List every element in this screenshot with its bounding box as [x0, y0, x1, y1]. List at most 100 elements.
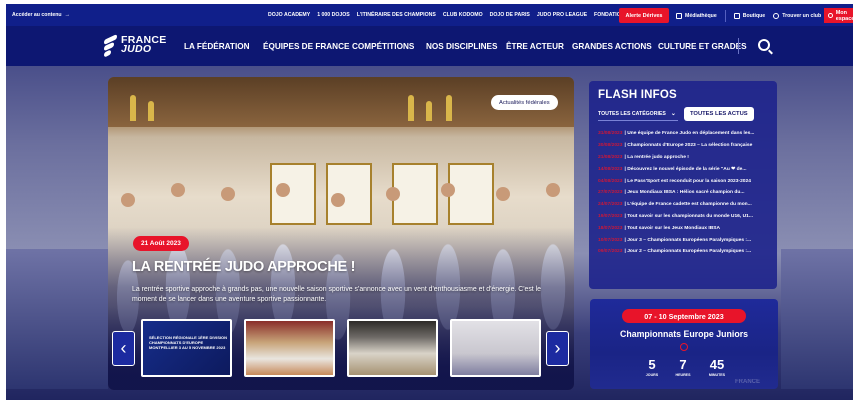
find-club-label: Trouver un club [782, 12, 822, 19]
camera-icon [676, 12, 682, 19]
mediatheque-link[interactable]: Médiathèque [676, 12, 717, 19]
nav-item-equipes[interactable]: ÉQUIPES DE FRANCE [263, 42, 349, 51]
mediatheque-label: Médiathèque [685, 12, 717, 19]
news-title: | L'équipe de France cadette est champio… [624, 202, 752, 208]
logo-line-2: JUDO [121, 43, 152, 55]
event-dates: 07 - 10 Septembre 2023 [622, 309, 746, 323]
nav-item-culture-grades[interactable]: CULTURE ET GRADES [658, 42, 747, 51]
boutique-label: Boutique [742, 12, 766, 19]
utility-actions: Médiathèque Boutique Trouver un club [676, 8, 821, 23]
thumbnail-1-caption: SÉLECTION RÉGIONALE 1ÈRE DIVISION CHAMPI… [149, 335, 228, 350]
alerte-derives-button[interactable]: Alerte Dérives [619, 8, 669, 23]
news-date: 27/07/2023 [598, 190, 623, 196]
category-tag[interactable]: Actualités fédérales [491, 95, 558, 110]
news-item[interactable]: 31/08/2023 | Une équipe de France Judo en… [598, 128, 768, 140]
util-link-judo-pro-league[interactable]: JUDO PRO LEAGUE [537, 12, 587, 18]
news-title: | Le Pass'Sport est reconduit pour la sa… [624, 178, 751, 184]
hero-image-detail [221, 187, 235, 201]
france-judo-logo[interactable]: FRANCE JUDO [104, 33, 167, 58]
news-item[interactable]: 30/08/2023 | Championnats d'Europe 2023 –… [598, 140, 768, 152]
background-decor [6, 249, 108, 389]
hero-image-detail [386, 187, 400, 201]
news-item[interactable]: 21/08/2023 | La rentrée judo approche ! [598, 152, 768, 164]
news-title: | Jour 2 – Championnats Européens Paraly… [624, 249, 752, 255]
find-club-link[interactable]: Trouver un club [773, 12, 822, 19]
flash-infos-title: FLASH INFOS [598, 89, 677, 101]
category-select[interactable]: TOUTES LES CATÉGORIES ⌄ [598, 107, 678, 121]
hero-image-detail [496, 187, 510, 201]
hero-image-detail [546, 183, 560, 197]
boutique-link[interactable]: Boutique [733, 12, 766, 19]
news-date: 04/08/2023 [598, 178, 623, 184]
target-icon [680, 343, 688, 351]
news-title: | Jeux Mondiaux IBSA : Hélios sacré cham… [624, 190, 745, 196]
arrow-right-icon: → [64, 12, 70, 18]
news-title: | Jour 3 – Championnats Européens Paraly… [624, 237, 752, 243]
news-item[interactable]: 19/07/2023 | Tout savoir sur les champion… [598, 211, 768, 223]
page: Accéder au contenu → DOJO ACADEMY 1 000 … [6, 4, 853, 400]
news-title: | Tout savoir sur les Jeux Mondiaux IBSA [624, 225, 721, 231]
news-item[interactable]: 09/07/2023 | Jour 2 – Championnats Europé… [598, 246, 768, 258]
hero-image-detail [130, 95, 136, 121]
countdown-hours-label: HEURES [675, 373, 691, 377]
watermark: FRANCE [735, 379, 760, 385]
news-title: | Championnats d'Europe 2023 – La sélect… [624, 143, 753, 149]
nav-item-federation[interactable]: LA FÉDÉRATION [184, 42, 250, 51]
hero-title[interactable]: LA RENTRÉE JUDO APPROCHE ! [132, 259, 355, 275]
util-link-club-kodomo[interactable]: CLUB KODOMO [443, 12, 483, 18]
news-date: 19/07/2023 [598, 213, 623, 219]
event-title: Championnats Europe Juniors [619, 329, 749, 339]
countdown-minutes: 45 MINUTES [702, 357, 732, 378]
countdown-minutes-value: 45 [709, 357, 725, 372]
util-link-1000-dojos[interactable]: 1 000 DOJOS [317, 12, 350, 18]
carousel-next-button[interactable]: › [546, 331, 569, 366]
thumbnail-3[interactable] [347, 319, 438, 377]
countdown-hours-value: 7 [679, 357, 687, 372]
news-item[interactable]: 27/07/2023 | Jeux Mondiaux IBSA : Hélios … [598, 187, 768, 199]
news-item[interactable]: 04/08/2023 | Le Pass'Sport est reconduit … [598, 175, 768, 187]
chevron-down-icon: ⌄ [670, 111, 676, 117]
news-title: | Découvrez le nouvel épisode de la séri… [624, 167, 747, 173]
news-date: 21/08/2023 [598, 154, 623, 160]
divider [738, 38, 739, 54]
date-badge: 21 Août 2023 [133, 236, 189, 251]
news-item[interactable]: 24/07/2023 | L'équipe de France cadette e… [598, 199, 768, 211]
util-link-itineraire[interactable]: L'ITINÉRAIRE DES CHAMPIONS [357, 12, 436, 18]
hero-image-detail [408, 95, 414, 121]
all-news-button[interactable]: TOUTES LES ACTUS [684, 107, 754, 121]
nav-item-grandes-actions[interactable]: GRANDES ACTIONS [572, 42, 652, 51]
nav-item-disciplines[interactable]: NOS DISCIPLINES [426, 42, 497, 51]
news-date: 10/07/2023 [598, 237, 623, 243]
news-title: | La rentrée judo approche ! [624, 154, 689, 160]
category-select-value: TOUTES LES CATÉGORIES [598, 110, 666, 117]
hero-carousel[interactable]: Actualités fédérales 21 Août 2023 LA REN… [108, 77, 574, 390]
news-title: | Tout savoir sur les championnats du mo… [624, 213, 753, 219]
hero-image-detail [331, 193, 345, 207]
news-item[interactable]: 14/08/2023 | Découvrez le nouvel épisode … [598, 163, 768, 175]
flash-filters: TOUTES LES CATÉGORIES ⌄ TOUTES LES ACTUS [598, 107, 768, 121]
thumbnail-4[interactable] [450, 319, 541, 377]
location-icon [773, 12, 780, 19]
main-nav: FRANCE JUDO LA FÉDÉRATION ÉQUIPES DE FRA… [6, 26, 853, 66]
skip-to-content-link[interactable]: Accéder au contenu → [12, 12, 70, 18]
util-link-dojo-academy[interactable]: DOJO ACADEMY [268, 12, 310, 18]
thumbnail-2[interactable] [244, 319, 335, 377]
chevron-right-icon: › [554, 338, 561, 358]
news-item[interactable]: 18/07/2023 | Tout savoir sur les Jeux Mon… [598, 222, 768, 234]
hero-image-detail [441, 183, 455, 197]
partner-links: DOJO ACADEMY 1 000 DOJOS L'ITINÉRAIRE DE… [268, 12, 663, 18]
countdown-days-label: JOURS [645, 373, 659, 377]
hero-image-detail [171, 183, 185, 197]
hero-image-detail [276, 183, 290, 197]
nav-item-etre-acteur[interactable]: ÊTRE ACTEUR [506, 42, 564, 51]
thumbnail-1[interactable]: SÉLECTION RÉGIONALE 1ÈRE DIVISION CHAMPI… [141, 319, 232, 377]
utility-bar: Accéder au contenu → DOJO ACADEMY 1 000 … [6, 4, 853, 26]
news-date: 18/07/2023 [598, 225, 623, 231]
event-countdown-card[interactable]: 07 - 10 Septembre 2023 Championnats Euro… [590, 299, 778, 389]
my-space-button[interactable]: Mon espace [824, 8, 853, 23]
util-link-dojo-de-paris[interactable]: DOJO DE PARIS [490, 12, 530, 18]
news-item[interactable]: 10/07/2023 | Jour 3 – Championnats Europé… [598, 234, 768, 246]
carousel-prev-button[interactable]: ‹ [112, 331, 135, 366]
nav-item-competitions[interactable]: COMPÉTITIONS [352, 42, 414, 51]
search-icon[interactable] [758, 39, 770, 51]
